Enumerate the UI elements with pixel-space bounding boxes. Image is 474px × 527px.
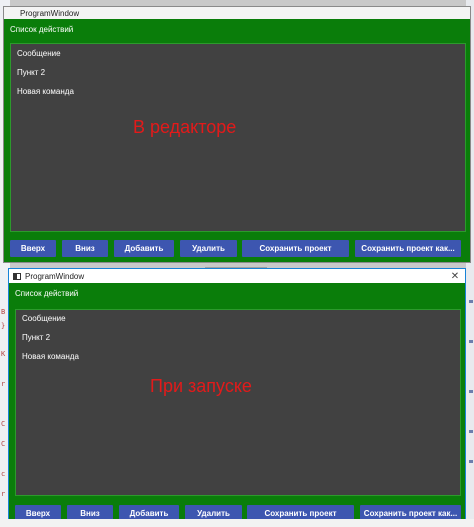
list-item[interactable]: Пункт 2	[17, 68, 45, 77]
editor-action-list[interactable]: Сообщение Пункт 2 Новая команда В редакт…	[10, 43, 466, 232]
runtime-titlebar[interactable]: ProgramWindow ✕	[9, 269, 465, 283]
editor-list-header: Список действий	[10, 25, 74, 34]
list-item[interactable]: Новая команда	[22, 352, 79, 361]
save-project-as-button[interactable]: Сохранить проект как...	[355, 240, 461, 257]
editor-titlebar: ProgramWindow	[4, 7, 470, 19]
runtime-content: Список действий Сообщение Пункт 2 Новая …	[9, 283, 465, 526]
list-item[interactable]: Сообщение	[17, 49, 61, 58]
editor-window-title: ProgramWindow	[20, 8, 80, 18]
runtime-caption: При запуске	[150, 376, 252, 396]
save-project-button[interactable]: Сохранить проект	[242, 240, 349, 257]
up-button[interactable]: Вверх	[10, 240, 56, 257]
editor-content: Список действий Сообщение Пункт 2 Новая …	[4, 19, 470, 262]
editor-caption: В редакторе	[133, 117, 237, 137]
background-status-strip	[0, 519, 474, 527]
runtime-list-header: Список действий	[15, 289, 79, 298]
window-app-icon	[13, 272, 21, 280]
runtime-window: ProgramWindow ✕ Список действий Сообщени…	[8, 268, 466, 527]
close-icon[interactable]: ✕	[445, 271, 465, 282]
runtime-window-title: ProgramWindow	[25, 271, 85, 281]
list-item[interactable]: Пункт 2	[22, 333, 50, 342]
down-button[interactable]: Вниз	[62, 240, 108, 257]
add-button[interactable]: Добавить	[114, 240, 174, 257]
runtime-action-list[interactable]: Сообщение Пункт 2 Новая команда При запу…	[15, 309, 461, 496]
editor-window: ProgramWindow Список действий Сообщение …	[3, 6, 471, 263]
delete-button[interactable]: Удалить	[180, 240, 237, 257]
list-item[interactable]: Сообщение	[22, 314, 66, 323]
list-item[interactable]: Новая команда	[17, 87, 74, 96]
